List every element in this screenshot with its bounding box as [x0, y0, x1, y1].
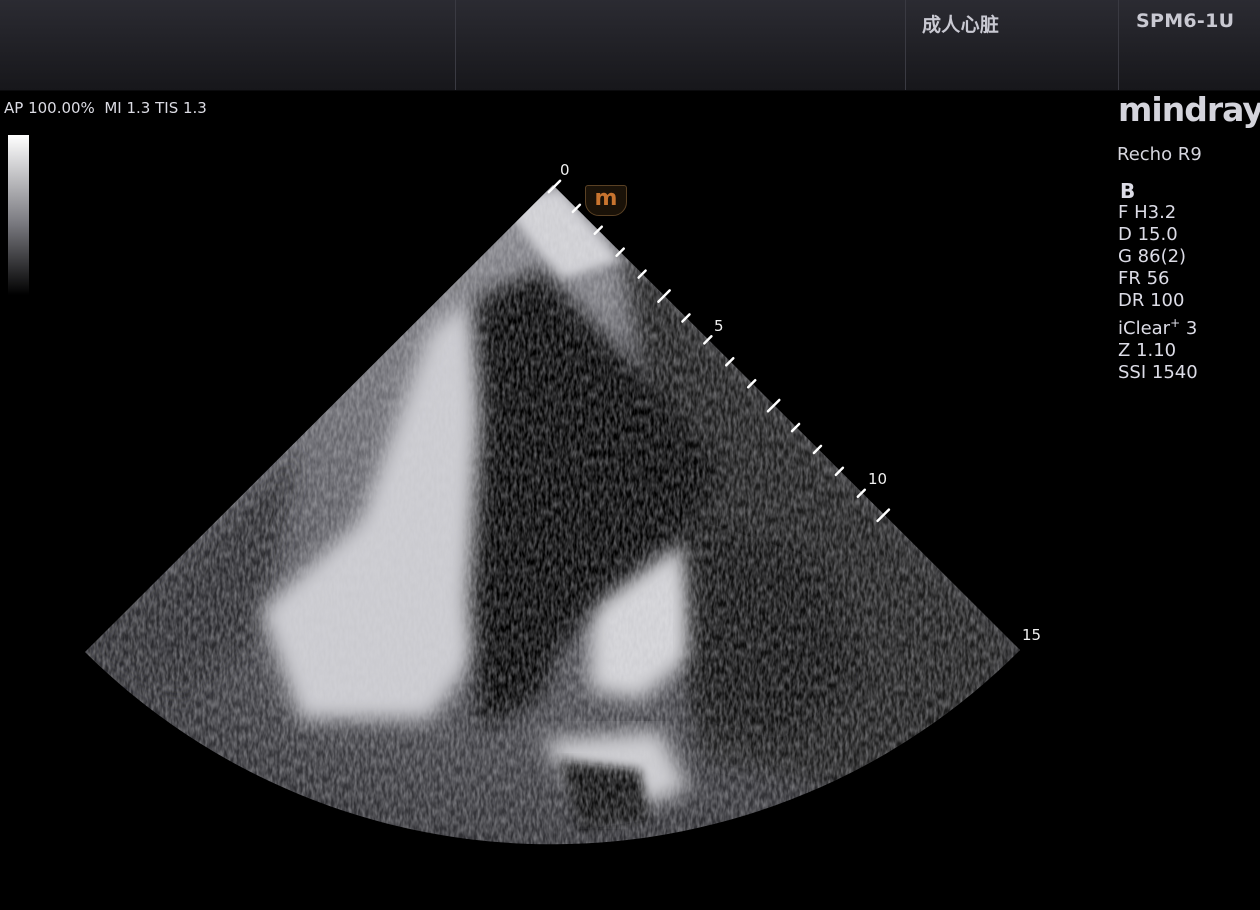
imaging-mode: B: [1120, 179, 1136, 203]
param-ssi: SSI 1540: [1118, 362, 1198, 383]
imaging-parameters: B F H3.2 D 15.0 G 86(2) FR 56 DR 100 iCl…: [1118, 180, 1198, 384]
depth-label-10: 10: [868, 470, 888, 488]
ultrasound-image: [85, 179, 1020, 845]
depth-label-0: 0: [560, 161, 570, 179]
param-frequency: F H3.2: [1118, 202, 1177, 223]
brand-logo: mindray: [1118, 90, 1260, 129]
param-gain: G 86(2): [1118, 246, 1187, 267]
param-frame-rate: FR 56: [1118, 268, 1170, 289]
system-model: Recho R9: [1117, 144, 1202, 165]
depth-label-5: 5: [714, 317, 724, 335]
param-zoom: Z 1.10: [1118, 340, 1177, 361]
depth-label-15: 15: [1022, 626, 1042, 644]
sector-scan: [85, 185, 1020, 845]
orientation-marker-icon: m: [585, 185, 627, 216]
param-dynamic-range: DR 100: [1118, 290, 1185, 311]
param-depth: D 15.0: [1118, 224, 1178, 245]
param-iclear: iClear+ 3: [1118, 316, 1198, 339]
